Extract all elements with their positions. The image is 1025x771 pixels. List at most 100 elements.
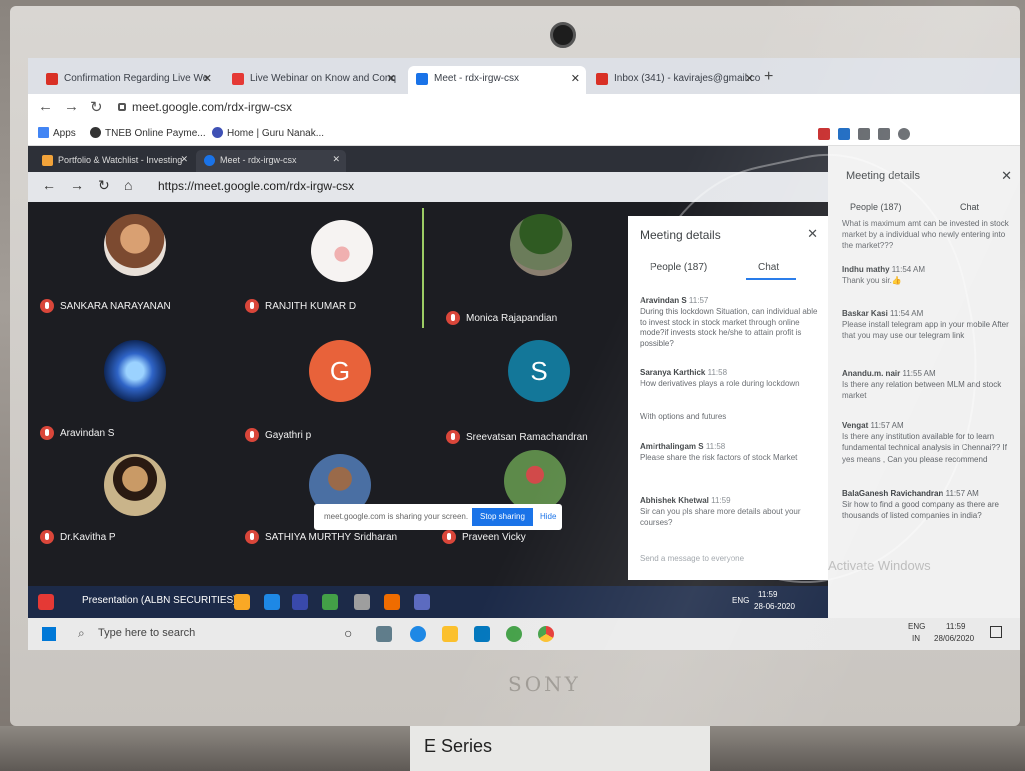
chat-message: Anandu.m. nair 11:55 AM Is there any rela… [842,368,1010,402]
outer-tab-2[interactable]: Live Webinar on Know and Conq ✕ [224,66,402,94]
lightning-icon[interactable] [264,594,280,610]
close-icon[interactable]: ✕ [807,226,818,242]
outer-url-text: meet.google.com/rdx-irgw-csx [132,100,293,114]
message-author: Anandu.m. nair [842,369,901,378]
search-icon: ⌕ [78,626,85,640]
participant-tile[interactable]: SANKARA NARAYANAN [28,206,228,326]
investing-icon [42,155,53,166]
task-view-icon[interactable] [376,626,392,642]
chat-message: Saranya Karthick 11:58 How derivatives pl… [640,368,818,390]
chat-input[interactable]: Send a message to everyone [640,554,744,563]
edge-icon[interactable] [410,626,426,642]
avatar [510,214,572,276]
participant-tile[interactable]: S Sreevatsan Ramachandran [438,326,638,446]
participant-name: RANJITH KUMAR D [265,301,357,312]
outer-tab-label: Confirmation Regarding Live We [64,73,209,84]
forward-icon[interactable]: → [64,98,79,115]
new-tab-button[interactable]: + [764,68,773,86]
windows-start-icon[interactable] [42,627,56,641]
close-icon[interactable]: ✕ [332,154,340,165]
store-icon[interactable] [474,626,490,642]
whatsapp-icon[interactable] [506,626,522,642]
extension-icon[interactable] [818,128,830,140]
inner-tab-1[interactable]: Portfolio & Watchlist - Investing ✕ [34,150,194,172]
puzzle-icon[interactable] [878,128,890,140]
close-icon[interactable]: ✕ [1001,168,1012,184]
app-icon[interactable] [322,594,338,610]
close-icon[interactable]: ✕ [571,72,580,85]
outer-address-bar[interactable]: meet.google.com/rdx-irgw-csx [118,97,292,118]
language-indicator[interactable]: ENG [908,622,925,631]
profile-icon[interactable] [898,128,910,140]
reload-icon[interactable]: ↻ [98,177,110,194]
message-time: 11:57 AM [870,421,904,430]
outer-tab-3[interactable]: Meet - rdx-irgw-csx ✕ [408,66,586,94]
participant-tile[interactable]: Aravindan S [28,326,228,446]
headphones-icon[interactable] [858,128,870,140]
laptop-screen: Confirmation Regarding Live We ✕ Live We… [28,58,1020,650]
chat-message: Abhishek Khetwal 11:59 Sir can you pls sh… [640,496,818,528]
avatar [104,214,166,276]
app-icon[interactable] [384,594,400,610]
mail-icon[interactable] [292,594,308,610]
bookmark-tneb[interactable]: TNEB Online Payme... [90,127,206,139]
app-icon[interactable] [354,594,370,610]
reload-icon[interactable]: ↻ [90,98,103,116]
close-icon[interactable]: ✕ [203,72,212,85]
message-author: BalaGanesh Ravichandran [842,489,944,498]
close-icon[interactable]: ✕ [180,154,188,165]
mic-off-icon [40,299,54,313]
participant-tile[interactable]: Monica Rajapandian [438,206,638,326]
clock-date: 28/06/2020 [934,634,975,643]
home-icon[interactable]: ⌂ [124,177,132,193]
taskbar-search-input[interactable]: Type here to search [98,627,195,639]
language-indicator[interactable]: ENG [732,596,749,605]
people-tab[interactable]: People (187) [650,262,707,273]
participant-tile[interactable]: RANJITH KUMAR D [233,206,433,326]
participant-tile[interactable]: G Gayathri p [233,326,433,446]
gmail-icon [596,73,608,85]
bookmark-label: TNEB Online Payme... [105,128,206,139]
back-icon[interactable]: ← [42,177,56,193]
inner-tab-label: Portfolio & Watchlist - Investing [58,155,183,165]
participant-tile[interactable]: Dr.Kavitha P [28,454,228,574]
avatar [104,454,166,516]
notifications-icon[interactable] [990,626,1002,638]
close-icon[interactable]: ✕ [387,72,396,85]
forward-icon[interactable]: → [70,177,84,193]
chat-tab[interactable]: Chat [960,202,979,212]
participant-name: SANKARA NARAYANAN [60,301,171,312]
hide-button[interactable]: Hide [532,508,564,526]
clock-date: 28-06-2020 [754,602,795,611]
mic-off-icon [446,430,460,444]
chrome-icon[interactable] [538,626,554,642]
chat-message: Aravindan S 11:57 During this lockdown Si… [640,296,818,350]
extension-icon[interactable] [838,128,850,140]
app-icon[interactable] [414,594,430,610]
chat-tab-indicator [746,278,796,280]
close-icon[interactable]: ✕ [745,72,754,85]
chat-tab[interactable]: Chat [758,262,779,273]
message-time: 11:59 [711,496,731,505]
message-author: Amirthalingam S [640,442,704,451]
file-explorer-icon[interactable] [442,626,458,642]
message-author: Saranya Karthick [640,368,706,377]
bookmark-apps[interactable]: Apps [38,127,76,139]
inner-url-text[interactable]: https://meet.google.com/rdx-irgw-csx [158,179,354,193]
screen-share-bar: meet.google.com is sharing your screen. … [314,504,562,530]
outer-tab-4[interactable]: Inbox (341) - kavirajes@gmail.co ✕ [588,66,760,94]
back-icon[interactable]: ← [38,98,53,115]
message-time: 11:54 AM [890,309,924,318]
inner-tab-2[interactable]: Meet - rdx-irgw-csx ✕ [196,150,346,172]
people-tab[interactable]: People (187) [850,202,902,212]
bookmark-guru-nanak[interactable]: Home | Guru Nanak... [212,127,324,139]
cortana-icon[interactable]: ○ [344,625,352,641]
outer-tab-1[interactable]: Confirmation Regarding Live We ✕ [38,66,218,94]
briefcase-icon[interactable] [234,594,250,610]
message-text: How derivatives plays a role during lock… [640,378,800,388]
app-icon[interactable] [38,594,54,610]
stop-sharing-button[interactable]: Stop sharing [472,508,533,526]
message-author: Indhu mathy [842,265,890,274]
region-indicator: IN [912,634,920,643]
chat-message: With options and futures [640,412,818,423]
